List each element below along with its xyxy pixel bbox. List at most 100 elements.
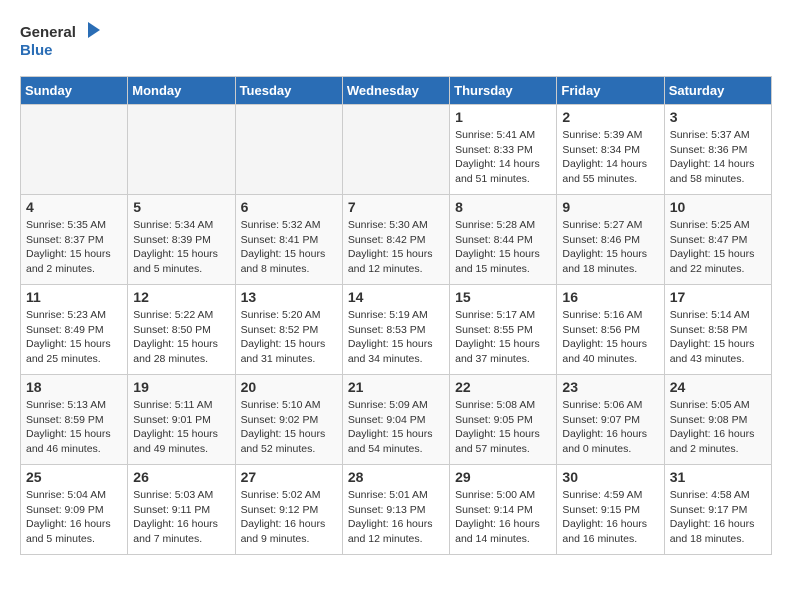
day-info: Sunrise: 5:41 AM Sunset: 8:33 PM Dayligh… xyxy=(455,128,551,187)
day-number: 21 xyxy=(348,379,444,395)
day-cell: 10 Sunrise: 5:25 AM Sunset: 8:47 PM Dayli… xyxy=(664,195,771,285)
day-number: 31 xyxy=(670,469,766,485)
day-cell: 23 Sunrise: 5:06 AM Sunset: 9:07 PM Dayli… xyxy=(557,375,664,465)
day-info: Sunrise: 5:13 AM Sunset: 8:59 PM Dayligh… xyxy=(26,398,122,457)
day-number: 4 xyxy=(26,199,122,215)
week-row-5: 25Sunrise: 5:04 AM Sunset: 9:09 PM Dayli… xyxy=(21,465,772,555)
day-cell: 25Sunrise: 5:04 AM Sunset: 9:09 PM Dayli… xyxy=(21,465,128,555)
day-cell: 4 Sunrise: 5:35 AM Sunset: 8:37 PM Daylig… xyxy=(21,195,128,285)
day-number: 2 xyxy=(562,109,658,125)
logo-svg: GeneralBlue xyxy=(20,20,110,60)
day-number: 3 xyxy=(670,109,766,125)
day-number: 14 xyxy=(348,289,444,305)
day-number: 13 xyxy=(241,289,337,305)
svg-text:Blue: Blue xyxy=(20,42,53,59)
calendar-table: SundayMondayTuesdayWednesdayThursdayFrid… xyxy=(20,76,772,555)
day-cell: 14 Sunrise: 5:19 AM Sunset: 8:53 PM Dayli… xyxy=(342,285,449,375)
week-row-3: 11Sunrise: 5:23 AM Sunset: 8:49 PM Dayli… xyxy=(21,285,772,375)
day-number: 10 xyxy=(670,199,766,215)
day-info: Sunrise: 5:06 AM Sunset: 9:07 PM Dayligh… xyxy=(562,398,658,457)
day-info: Sunrise: 5:34 AM Sunset: 8:39 PM Dayligh… xyxy=(133,218,229,277)
day-info: Sunrise: 5:19 AM Sunset: 8:53 PM Dayligh… xyxy=(348,308,444,367)
day-number: 19 xyxy=(133,379,229,395)
day-info: Sunrise: 5:37 AM Sunset: 8:36 PM Dayligh… xyxy=(670,128,766,187)
day-cell: 7 Sunrise: 5:30 AM Sunset: 8:42 PM Daylig… xyxy=(342,195,449,285)
day-info: Sunrise: 5:20 AM Sunset: 8:52 PM Dayligh… xyxy=(241,308,337,367)
day-number: 12 xyxy=(133,289,229,305)
day-number: 16 xyxy=(562,289,658,305)
day-cell: 16Sunrise: 5:16 AM Sunset: 8:56 PM Dayli… xyxy=(557,285,664,375)
day-cell: 20 Sunrise: 5:10 AM Sunset: 9:02 PM Dayli… xyxy=(235,375,342,465)
day-cell: 31 Sunrise: 4:58 AM Sunset: 9:17 PM Dayli… xyxy=(664,465,771,555)
day-cell: 29 Sunrise: 5:00 AM Sunset: 9:14 PM Dayli… xyxy=(450,465,557,555)
day-cell: 11Sunrise: 5:23 AM Sunset: 8:49 PM Dayli… xyxy=(21,285,128,375)
day-cell: 5Sunrise: 5:34 AM Sunset: 8:39 PM Daylig… xyxy=(128,195,235,285)
day-info: Sunrise: 5:04 AM Sunset: 9:09 PM Dayligh… xyxy=(26,488,122,547)
day-cell: 15Sunrise: 5:17 AM Sunset: 8:55 PM Dayli… xyxy=(450,285,557,375)
day-number: 23 xyxy=(562,379,658,395)
day-number: 17 xyxy=(670,289,766,305)
day-info: Sunrise: 5:10 AM Sunset: 9:02 PM Dayligh… xyxy=(241,398,337,457)
day-cell: 21 Sunrise: 5:09 AM Sunset: 9:04 PM Dayli… xyxy=(342,375,449,465)
day-info: Sunrise: 5:32 AM Sunset: 8:41 PM Dayligh… xyxy=(241,218,337,277)
day-cell: 1 Sunrise: 5:41 AM Sunset: 8:33 PM Daylig… xyxy=(450,105,557,195)
day-info: Sunrise: 5:39 AM Sunset: 8:34 PM Dayligh… xyxy=(562,128,658,187)
day-info: Sunrise: 5:35 AM Sunset: 8:37 PM Dayligh… xyxy=(26,218,122,277)
day-info: Sunrise: 5:30 AM Sunset: 8:42 PM Dayligh… xyxy=(348,218,444,277)
day-number: 26 xyxy=(133,469,229,485)
weekday-header-thursday: Thursday xyxy=(450,77,557,105)
day-cell xyxy=(128,105,235,195)
day-cell: 18 Sunrise: 5:13 AM Sunset: 8:59 PM Dayli… xyxy=(21,375,128,465)
day-number: 29 xyxy=(455,469,551,485)
day-info: Sunrise: 5:01 AM Sunset: 9:13 PM Dayligh… xyxy=(348,488,444,547)
week-row-4: 18 Sunrise: 5:13 AM Sunset: 8:59 PM Dayli… xyxy=(21,375,772,465)
weekday-header-tuesday: Tuesday xyxy=(235,77,342,105)
day-info: Sunrise: 5:02 AM Sunset: 9:12 PM Dayligh… xyxy=(241,488,337,547)
day-number: 22 xyxy=(455,379,551,395)
day-info: Sunrise: 5:22 AM Sunset: 8:50 PM Dayligh… xyxy=(133,308,229,367)
day-cell xyxy=(235,105,342,195)
week-row-1: 1 Sunrise: 5:41 AM Sunset: 8:33 PM Daylig… xyxy=(21,105,772,195)
day-cell: 30 Sunrise: 4:59 AM Sunset: 9:15 PM Dayli… xyxy=(557,465,664,555)
day-number: 1 xyxy=(455,109,551,125)
day-info: Sunrise: 5:00 AM Sunset: 9:14 PM Dayligh… xyxy=(455,488,551,547)
day-number: 15 xyxy=(455,289,551,305)
day-info: Sunrise: 5:05 AM Sunset: 9:08 PM Dayligh… xyxy=(670,398,766,457)
day-cell: 12 Sunrise: 5:22 AM Sunset: 8:50 PM Dayli… xyxy=(128,285,235,375)
day-cell: 19Sunrise: 5:11 AM Sunset: 9:01 PM Dayli… xyxy=(128,375,235,465)
day-number: 7 xyxy=(348,199,444,215)
day-cell: 13 Sunrise: 5:20 AM Sunset: 8:52 PM Dayli… xyxy=(235,285,342,375)
day-number: 11 xyxy=(26,289,122,305)
day-cell: 22 Sunrise: 5:08 AM Sunset: 9:05 PM Dayli… xyxy=(450,375,557,465)
svg-text:General: General xyxy=(20,24,76,41)
weekday-header-wednesday: Wednesday xyxy=(342,77,449,105)
day-info: Sunrise: 5:03 AM Sunset: 9:11 PM Dayligh… xyxy=(133,488,229,547)
day-info: Sunrise: 5:27 AM Sunset: 8:46 PM Dayligh… xyxy=(562,218,658,277)
day-info: Sunrise: 5:28 AM Sunset: 8:44 PM Dayligh… xyxy=(455,218,551,277)
weekday-header-saturday: Saturday xyxy=(664,77,771,105)
day-cell: 24Sunrise: 5:05 AM Sunset: 9:08 PM Dayli… xyxy=(664,375,771,465)
day-number: 18 xyxy=(26,379,122,395)
day-info: Sunrise: 5:08 AM Sunset: 9:05 PM Dayligh… xyxy=(455,398,551,457)
weekday-header-sunday: Sunday xyxy=(21,77,128,105)
day-cell: 8 Sunrise: 5:28 AM Sunset: 8:44 PM Daylig… xyxy=(450,195,557,285)
day-cell: 17 Sunrise: 5:14 AM Sunset: 8:58 PM Dayli… xyxy=(664,285,771,375)
day-number: 6 xyxy=(241,199,337,215)
day-number: 9 xyxy=(562,199,658,215)
day-info: Sunrise: 4:58 AM Sunset: 9:17 PM Dayligh… xyxy=(670,488,766,547)
day-cell: 9 Sunrise: 5:27 AM Sunset: 8:46 PM Daylig… xyxy=(557,195,664,285)
logo: GeneralBlue xyxy=(20,20,110,60)
day-info: Sunrise: 5:25 AM Sunset: 8:47 PM Dayligh… xyxy=(670,218,766,277)
day-cell: 2 Sunrise: 5:39 AM Sunset: 8:34 PM Daylig… xyxy=(557,105,664,195)
page-header: GeneralBlue xyxy=(20,20,772,60)
week-row-2: 4 Sunrise: 5:35 AM Sunset: 8:37 PM Daylig… xyxy=(21,195,772,285)
day-cell xyxy=(21,105,128,195)
day-info: Sunrise: 5:09 AM Sunset: 9:04 PM Dayligh… xyxy=(348,398,444,457)
day-number: 20 xyxy=(241,379,337,395)
day-number: 30 xyxy=(562,469,658,485)
day-info: Sunrise: 4:59 AM Sunset: 9:15 PM Dayligh… xyxy=(562,488,658,547)
day-number: 28 xyxy=(348,469,444,485)
day-number: 8 xyxy=(455,199,551,215)
day-info: Sunrise: 5:14 AM Sunset: 8:58 PM Dayligh… xyxy=(670,308,766,367)
weekday-header-monday: Monday xyxy=(128,77,235,105)
